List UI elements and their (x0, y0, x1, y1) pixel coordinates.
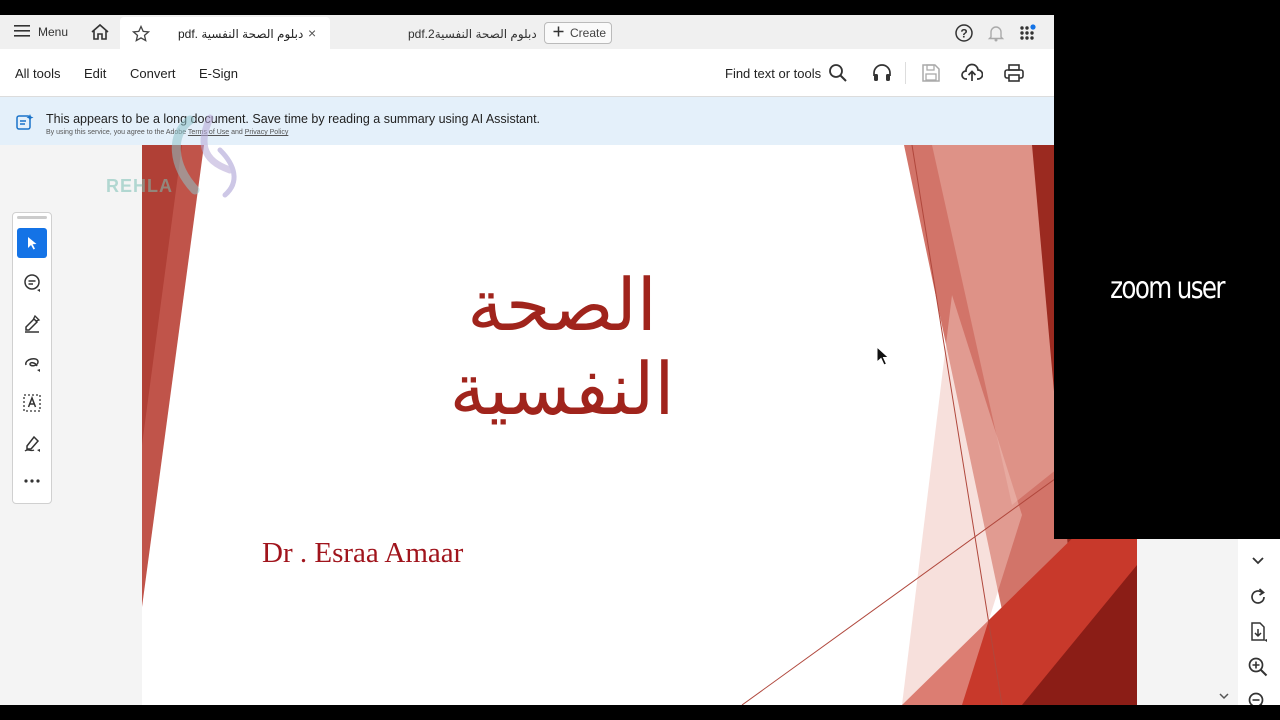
toolbar-divider (905, 62, 906, 84)
right-tool-rail (1238, 525, 1280, 705)
highlight-icon[interactable] (17, 308, 47, 338)
slide-title: الصحة النفسية (449, 263, 675, 431)
zoom-out-icon[interactable] (1247, 691, 1269, 705)
zoom-participant-name: zoom user (1110, 271, 1225, 306)
draw-icon[interactable] (17, 348, 47, 378)
print-icon[interactable] (1003, 62, 1025, 84)
hamburger-icon (14, 24, 30, 41)
read-aloud-headphones-icon[interactable] (871, 62, 893, 84)
slide-author: Dr . Esraa Amaar (262, 537, 464, 569)
home-icon[interactable] (90, 23, 110, 41)
tab-active-document[interactable]: pdf. دبلوم الصحة النفسية × (120, 17, 330, 49)
scroll-down-arrow-icon[interactable] (1216, 691, 1232, 703)
page-extract-icon[interactable] (1247, 621, 1269, 643)
vertical-scrollbar[interactable] (1216, 525, 1232, 705)
search-icon[interactable] (827, 62, 849, 84)
menu-label: Menu (38, 25, 69, 39)
zoom-in-icon[interactable] (1247, 656, 1269, 678)
notification-bell-icon[interactable] (986, 23, 1006, 43)
select-icon[interactable] (17, 228, 47, 258)
watermark-text: REHLA (106, 176, 173, 196)
text-select-icon[interactable] (17, 388, 47, 418)
edit-menu[interactable]: Edit (84, 66, 106, 81)
all-tools-menu[interactable]: All tools (15, 66, 61, 81)
create-label: Create (570, 26, 607, 40)
comment-icon[interactable] (17, 268, 47, 298)
more-icon[interactable] (17, 466, 47, 496)
apps-grid-icon[interactable] (1018, 23, 1038, 43)
menu-button[interactable]: Menu (14, 23, 68, 41)
mouse-cursor-icon (876, 345, 890, 366)
zoom-video-tile: zoom user (1054, 15, 1280, 539)
rail-drag-handle[interactable] (17, 216, 47, 219)
svg-text:?: ? (960, 27, 967, 41)
help-icon[interactable]: ? (954, 23, 974, 43)
close-tab-icon[interactable]: × (308, 25, 316, 41)
rehla-watermark-logo: REHLA (100, 110, 260, 205)
find-text-or-tools[interactable]: Find text or tools (725, 66, 821, 81)
chevron-down-icon[interactable] (1247, 550, 1269, 572)
upload-cloud-icon[interactable] (961, 62, 984, 84)
pdf-viewer-window: Menu pdf. دبلوم الصحة النفسية × pdf.2دبل… (0, 15, 1280, 705)
plus-icon (553, 26, 564, 40)
tab-title: pdf. دبلوم الصحة النفسية (178, 27, 304, 41)
convert-menu[interactable]: Convert (130, 66, 176, 81)
pdf-page[interactable]: الصحة النفسية Dr . Esraa Amaar (142, 145, 1137, 705)
left-tool-rail (12, 212, 52, 504)
create-button[interactable]: Create (544, 22, 612, 44)
rotate-icon[interactable] (1247, 586, 1269, 608)
sign-icon[interactable] (17, 428, 47, 458)
star-icon[interactable] (131, 24, 151, 46)
ai-assistant-icon (15, 112, 35, 132)
tab-second-document[interactable]: pdf.2دبلوم الصحة النفسية (408, 27, 537, 41)
esign-menu[interactable]: E-Sign (199, 66, 238, 81)
save-icon[interactable] (920, 62, 942, 84)
